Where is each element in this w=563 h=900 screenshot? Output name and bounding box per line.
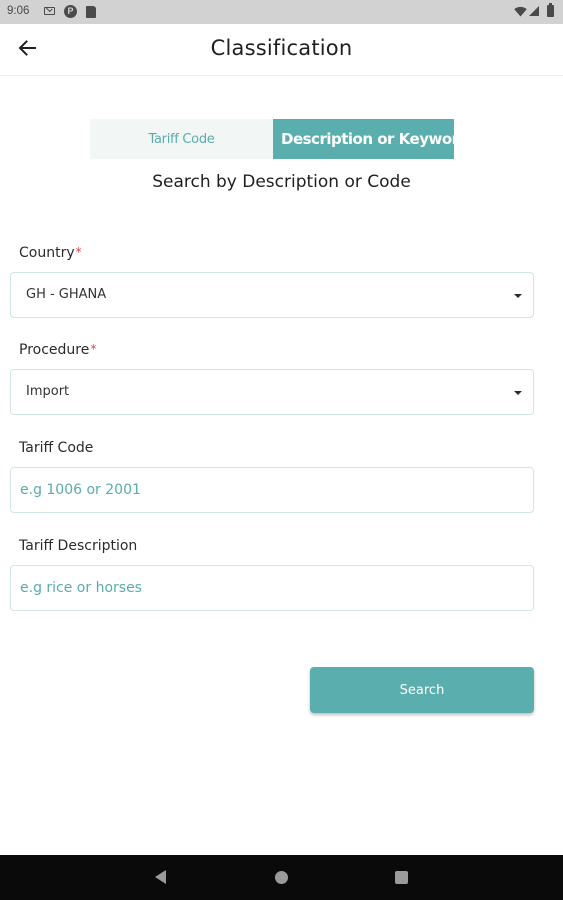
search-mode-toggle: Tariff Code Description or Keyword: [90, 119, 454, 159]
required-mark: *: [90, 342, 97, 356]
wifi-icon: [514, 6, 527, 20]
country-label: Country*: [19, 245, 82, 261]
procedure-label-text: Procedure: [19, 342, 90, 358]
country-select[interactable]: GH - GHANA: [10, 272, 534, 318]
tariff-description-label: Tariff Description: [19, 538, 138, 554]
nav-back-icon[interactable]: [155, 870, 166, 884]
nav-recents-icon[interactable]: [395, 871, 408, 884]
procedure-select-value: Import: [26, 384, 70, 399]
status-bar: 9:06 P: [0, 0, 563, 24]
tariff-description-field-box: [10, 565, 534, 611]
required-mark: *: [75, 245, 82, 259]
section-subtitle: Search by Description or Code: [152, 172, 411, 192]
p-icon: P: [64, 5, 77, 18]
tariff-code-label: Tariff Code: [19, 440, 94, 456]
tariff-code-input[interactable]: [11, 468, 533, 512]
search-button[interactable]: Search: [310, 667, 534, 713]
dropdown-arrow-icon[interactable]: [514, 294, 522, 298]
tab-tariff-code[interactable]: Tariff Code: [90, 119, 273, 159]
battery-icon: [547, 3, 554, 17]
system-nav-bar: [0, 855, 563, 900]
procedure-select[interactable]: Import: [10, 369, 534, 415]
nav-home-icon[interactable]: [275, 871, 288, 884]
dropdown-arrow-icon[interactable]: [514, 391, 522, 395]
tariff-code-field-box: [10, 467, 534, 513]
mail-icon: [44, 7, 55, 15]
app-bar: Classification: [0, 24, 563, 76]
procedure-label: Procedure*: [19, 342, 96, 358]
tariff-description-input[interactable]: [11, 566, 533, 610]
status-time: 9:06: [7, 5, 30, 17]
country-select-value: GH - GHANA: [26, 287, 107, 302]
sd-card-icon: [86, 6, 96, 18]
tab-description-or-keyword[interactable]: Description or Keyword: [273, 119, 454, 159]
classification-screen: 9:06 P Classification Tariff Code Descri…: [0, 0, 563, 900]
country-label-text: Country: [19, 245, 75, 261]
signal-icon: [529, 6, 539, 16]
page-title: Classification: [210, 36, 353, 60]
